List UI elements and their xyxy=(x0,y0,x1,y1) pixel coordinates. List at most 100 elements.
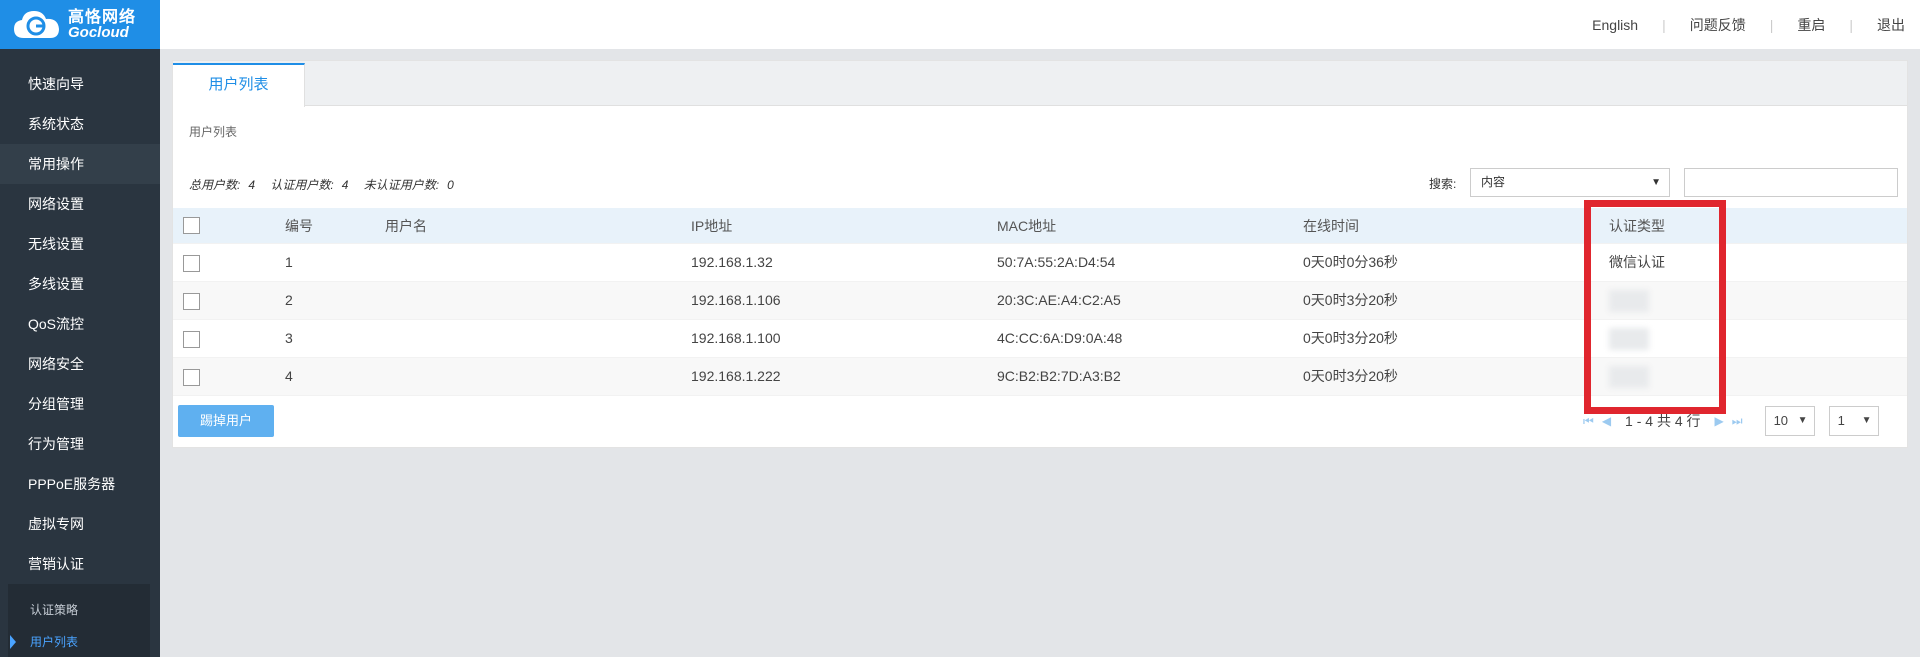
sidebar: 高恪网络 Gocloud 快速向导 系统状态 常用操作 网络设置 无线设置 多线设置 QoS… xyxy=(0,0,160,657)
brand-name-en: Gocloud xyxy=(68,23,129,41)
language-english-link[interactable]: English xyxy=(1592,17,1638,33)
col-header-id[interactable]: 编号 xyxy=(285,208,313,244)
cell-auth-type xyxy=(1609,282,1649,318)
cloud-logo-icon xyxy=(12,8,62,42)
search-field-select[interactable]: 内容 ▼ xyxy=(1470,168,1670,197)
total-users-count: 4 xyxy=(248,178,256,192)
page-size-value: 10 xyxy=(1773,413,1789,428)
cell-id: 1 xyxy=(285,254,293,270)
sidebar-item[interactable]: QoS流控 xyxy=(0,304,160,344)
cell-id: 3 xyxy=(285,330,293,346)
logout-link[interactable]: 退出 xyxy=(1877,15,1905,35)
page-info: 1 - 4 共 4 行 xyxy=(1625,413,1701,429)
col-header-online-time[interactable]: 在线时间 xyxy=(1303,208,1359,244)
row-checkbox[interactable] xyxy=(183,255,200,272)
search-label: 搜索: xyxy=(1429,177,1457,191)
tab-user-list[interactable]: 用户列表 xyxy=(173,63,305,107)
col-header-mac[interactable]: MAC地址 xyxy=(997,208,1056,244)
user-table: 编号 用户名 IP地址 MAC地址 在线时间 认证类型 1 192.168.1.3… xyxy=(173,208,1907,396)
cell-auth-type: 微信认证 xyxy=(1609,254,1665,270)
cell-online-time: 0天0时3分20秒 xyxy=(1303,368,1398,384)
cell-auth-type xyxy=(1609,320,1649,356)
cell-ip: 192.168.1.106 xyxy=(691,292,781,308)
caret-down-icon: ▼ xyxy=(1861,415,1872,426)
table-body: 1 192.168.1.32 50:7A:55:2A:D4:54 0天0时0分36秒 微… xyxy=(173,244,1907,396)
caret-down-icon: ▼ xyxy=(1797,415,1808,426)
restart-link[interactable]: 重启 xyxy=(1797,15,1825,35)
cell-mac: 9C:B2:B2:7D:A3:B2 xyxy=(997,368,1121,384)
page-size-select[interactable]: 10 ▼ xyxy=(1764,406,1815,436)
cell-online-time: 0天0时3分20秒 xyxy=(1303,292,1398,308)
page-number-select[interactable]: 1 ▼ xyxy=(1828,406,1879,436)
kick-user-button[interactable]: 踢掉用户 xyxy=(178,405,274,437)
cell-ip: 192.168.1.32 xyxy=(691,254,773,270)
cell-auth-type xyxy=(1609,358,1649,394)
row-checkbox[interactable] xyxy=(183,331,200,348)
sidebar-item[interactable]: 网络设置 xyxy=(0,184,160,224)
sidebar-item[interactable]: 行为管理 xyxy=(0,424,160,464)
sidebar-item[interactable]: 快速向导 xyxy=(0,64,160,104)
divider: | xyxy=(1769,16,1774,33)
table-header-row: 编号 用户名 IP地址 MAC地址 在线时间 认证类型 xyxy=(173,208,1907,244)
cell-mac: 4C:CC:6A:D9:0A:48 xyxy=(997,330,1123,346)
pagination: ⏮ ◀ 1 - 4 共 4 行 ▶ ⏭ 10 ▼ 1 ▼ xyxy=(1583,406,1879,436)
next-page-icon[interactable]: ▶ xyxy=(1715,414,1724,428)
sidebar-item[interactable]: 分组管理 xyxy=(0,384,160,424)
total-users-label: 总用户数: xyxy=(189,178,241,192)
table-row[interactable]: 2 192.168.1.106 20:3C:AE:A4:C2:A5 0天0时3分20秒 xyxy=(173,282,1907,320)
row-checkbox[interactable] xyxy=(183,369,200,386)
search-input[interactable] xyxy=(1684,168,1898,197)
auth-users-count: 4 xyxy=(341,178,349,192)
row-checkbox[interactable] xyxy=(183,293,200,310)
first-page-icon[interactable]: ⏮ xyxy=(1583,414,1594,429)
sidebar-item[interactable]: 多线设置 xyxy=(0,264,160,304)
sidebar-item[interactable]: 网络安全 xyxy=(0,344,160,384)
cell-ip: 192.168.1.100 xyxy=(691,330,781,346)
unauth-users-count: 0 xyxy=(447,178,454,192)
col-header-auth-type[interactable]: 认证类型 xyxy=(1609,208,1665,244)
sidebar-item[interactable]: 无线设置 xyxy=(0,224,160,264)
prev-page-icon[interactable]: ◀ xyxy=(1602,414,1611,428)
last-page-icon[interactable]: ⏭ xyxy=(1732,414,1743,429)
divider: | xyxy=(1662,16,1666,33)
redacted-value xyxy=(1609,290,1649,313)
unauth-users-label: 未认证用户数: xyxy=(363,178,440,192)
user-list-panel: 用户列表 用户列表 总用户数: 4 认证用户数: 4 未认证用户数: 0 搜索: 内容… xyxy=(172,60,1908,448)
table-row[interactable]: 1 192.168.1.32 50:7A:55:2A:D4:54 0天0时0分36秒 微… xyxy=(173,244,1907,282)
sidebar-menu: 快速向导 系统状态 常用操作 网络设置 无线设置 多线设置 QoS流控 网络安全 分组管理 行为管… xyxy=(0,49,160,584)
sidebar-item[interactable]: 营销认证 xyxy=(0,544,160,584)
divider: | xyxy=(1849,16,1853,33)
cell-mac: 20:3C:AE:A4:C2:A5 xyxy=(997,292,1121,308)
redacted-value xyxy=(1609,328,1649,351)
cell-online-time: 0天0时0分36秒 xyxy=(1303,254,1398,270)
caret-down-icon: ▼ xyxy=(1651,177,1661,188)
sidebar-item[interactable]: 虚拟专网 xyxy=(0,504,160,544)
top-bar: English | 问题反馈 | 重启 | 退出 xyxy=(160,0,1920,49)
table-row[interactable]: 3 192.168.1.100 4C:CC:6A:D9:0A:48 0天0时3分20秒 xyxy=(173,320,1907,358)
submenu-item[interactable]: 用户列表 xyxy=(8,626,150,657)
search-field-value: 内容 xyxy=(1481,175,1506,189)
page-number-value: 1 xyxy=(1837,413,1845,428)
brand-name-cn: 高恪网络 xyxy=(68,8,137,26)
col-header-ip[interactable]: IP地址 xyxy=(691,208,732,244)
top-links: English | 问题反馈 | 重启 | 退出 xyxy=(1592,0,1905,49)
redacted-value xyxy=(1609,366,1649,389)
sidebar-item[interactable]: PPPoE服务器 xyxy=(0,464,160,504)
logo[interactable]: 高恪网络 Gocloud xyxy=(0,0,160,49)
col-header-username[interactable]: 用户名 xyxy=(385,208,427,244)
cell-id: 4 xyxy=(285,368,293,384)
sidebar-item[interactable]: 常用操作 xyxy=(0,144,160,184)
sidebar-item[interactable]: 系统状态 xyxy=(0,104,160,144)
section-title: 用户列表 xyxy=(189,125,238,139)
select-all-checkbox[interactable] xyxy=(183,217,200,234)
submenu-item[interactable]: 认证策略 xyxy=(8,594,150,626)
sidebar-submenu: 认证策略 用户列表 xyxy=(8,584,150,657)
cell-online-time: 0天0时3分20秒 xyxy=(1303,330,1398,346)
cell-mac: 50:7A:55:2A:D4:54 xyxy=(997,254,1116,270)
table-row[interactable]: 4 192.168.1.222 9C:B2:B2:7D:A3:B2 0天0时3分20秒 xyxy=(173,358,1907,396)
cell-id: 2 xyxy=(285,292,293,308)
feedback-link[interactable]: 问题反馈 xyxy=(1690,15,1746,35)
auth-users-label: 认证用户数: xyxy=(270,178,334,192)
tab-bar: 用户列表 xyxy=(173,61,1907,107)
cell-ip: 192.168.1.222 xyxy=(691,368,781,384)
